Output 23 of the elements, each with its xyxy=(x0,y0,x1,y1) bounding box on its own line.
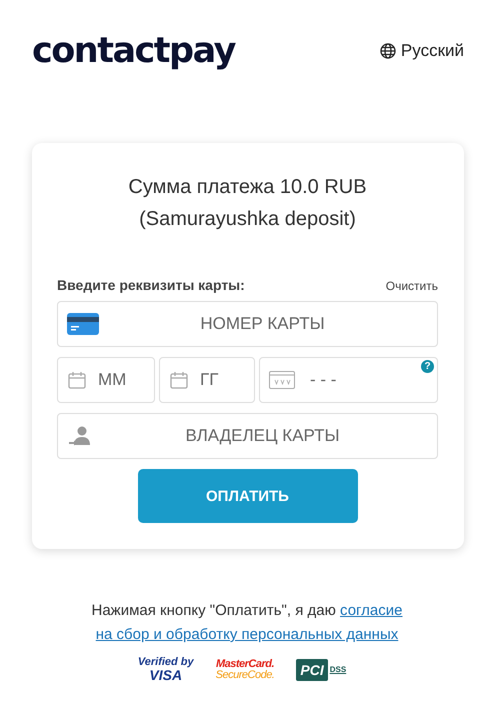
holder-input-field[interactable]: ВЛАДЕЛЕЦ КАРТЫ xyxy=(57,413,438,459)
language-selector[interactable]: Русский xyxy=(380,41,464,61)
person-icon xyxy=(67,425,91,447)
calendar-icon xyxy=(67,370,87,390)
form-label: Введите реквизиты карты: xyxy=(57,277,245,293)
securecode-logo: MasterCard. SecureCode. xyxy=(216,658,274,680)
month-input-field[interactable]: ММ xyxy=(57,357,155,403)
globe-icon xyxy=(380,43,396,59)
payment-title: (Samurayushka deposit) xyxy=(138,207,357,232)
verified-by-visa-logo: Verified by VISA xyxy=(138,657,194,682)
cvv-card-icon xyxy=(269,371,295,389)
clear-link[interactable]: Очистить xyxy=(386,279,438,293)
consent-text: Нажимая кнопку "Оплатить", я даю согласие на сбор и обработку персональных данных xyxy=(90,601,404,645)
payment-title: Сумма платежа 10.0 RUB xyxy=(127,175,368,200)
pay-button[interactable]: ОПЛАТИТЬ xyxy=(138,469,358,523)
consent-link[interactable]: согласие xyxy=(340,602,402,619)
card-icon xyxy=(67,313,99,335)
year-input-field[interactable]: ГГ xyxy=(159,357,255,403)
calendar-icon xyxy=(169,370,189,390)
card-input-field[interactable]: НОМЕР КАРТЫ xyxy=(57,301,438,347)
pci-dss-logo: PCI DSS xyxy=(296,658,346,680)
brand-logo[interactable]: contactpay xyxy=(32,31,235,71)
consent-link[interactable]: на сбор и обработку персональных данных xyxy=(96,626,398,643)
